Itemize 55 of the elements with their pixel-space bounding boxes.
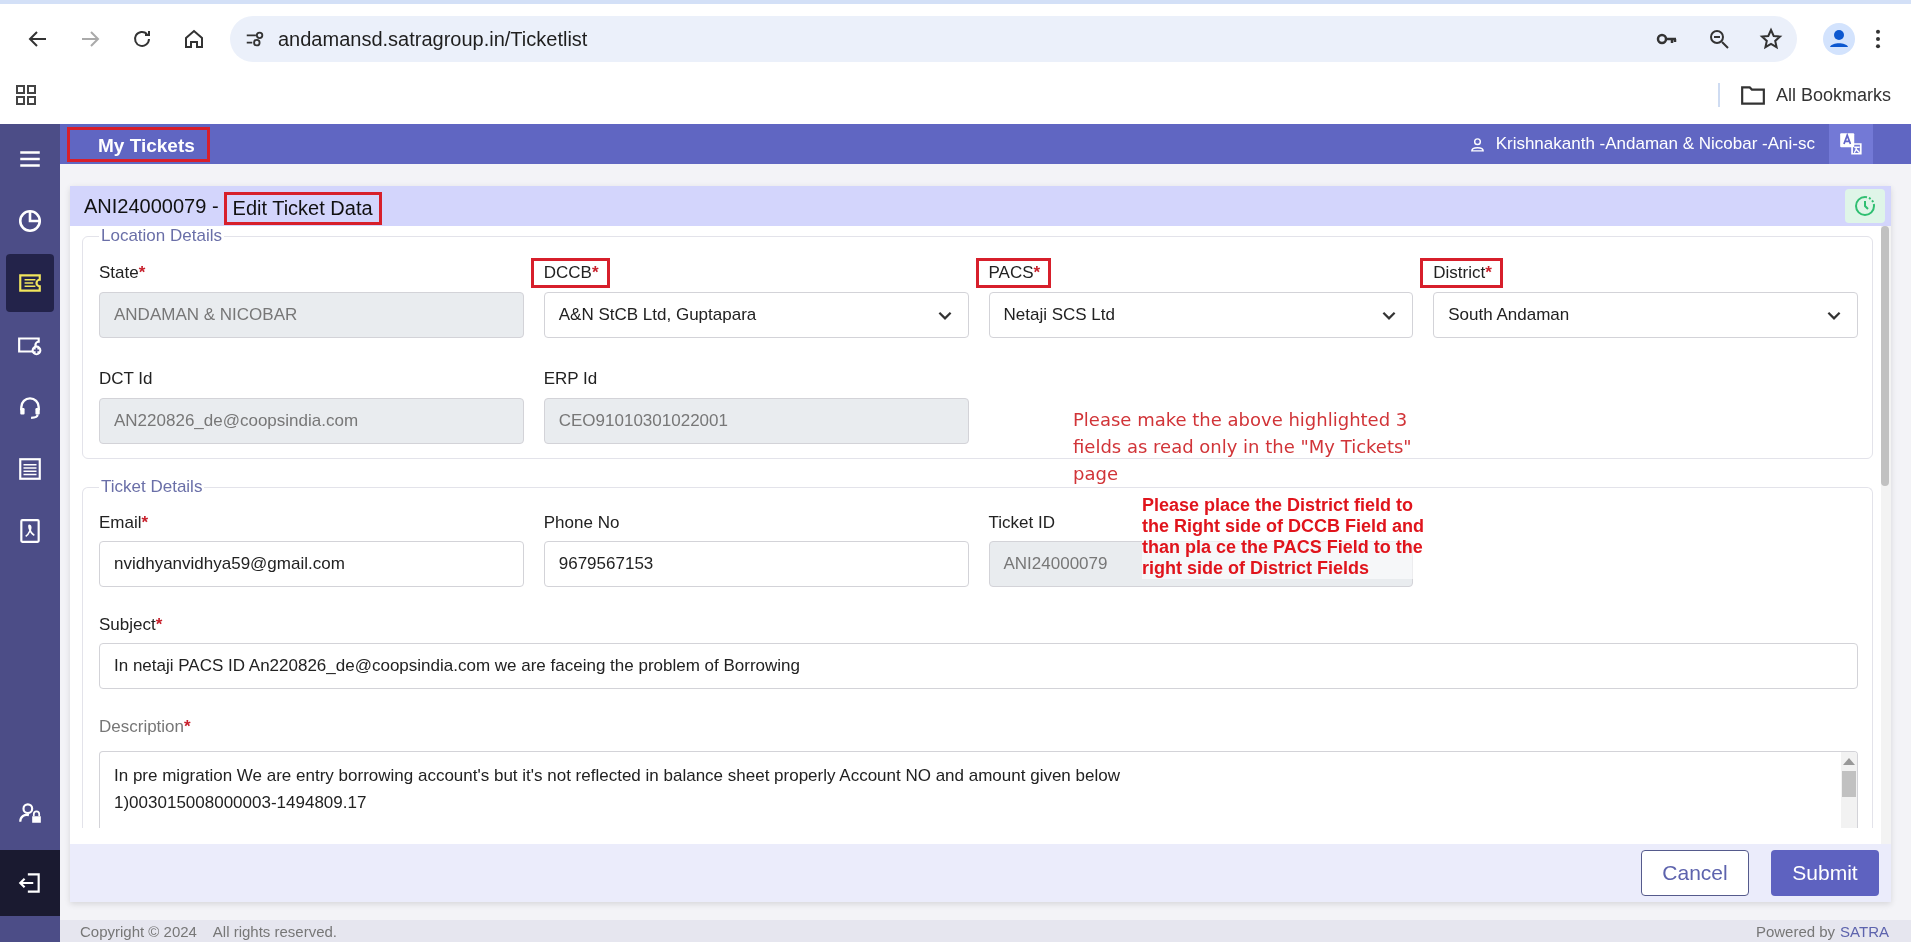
home-icon[interactable]	[182, 27, 206, 51]
submit-button[interactable]: Submit	[1771, 850, 1879, 896]
translate-icon[interactable]	[1838, 131, 1864, 157]
sidebar-item[interactable]	[6, 254, 54, 312]
scrollbar-thumb[interactable]	[1881, 226, 1889, 486]
logout-icon[interactable]	[17, 870, 43, 896]
apps-grid-icon[interactable]	[14, 83, 38, 107]
field-label: DCT Id	[98, 368, 154, 390]
translate-button[interactable]	[1829, 124, 1873, 164]
field-label: Description*	[99, 716, 191, 738]
field-label: ERP Id	[542, 368, 599, 390]
subject-input-field[interactable]: In netaji PACS ID An220826_de@coopsindia.com we are faceing the problem of Borrowing	[99, 643, 1858, 689]
field-label: Ticket ID	[988, 512, 1055, 534]
copyright-text: Copyright © 2024 All rights reserved.	[80, 922, 337, 940]
powered-by-text: Powered by	[1755, 922, 1836, 940]
input-field[interactable]: nvidhyanvidhya59@gmail.com	[99, 541, 524, 587]
cancel-button[interactable]: Cancel	[1641, 850, 1749, 896]
dropdown-field[interactable]: South Andaman	[1433, 292, 1858, 338]
field-label: Phone No	[543, 512, 620, 534]
readonly-field: CEO91010301022001	[543, 398, 969, 444]
ticket-id: ANI24000079 -	[84, 194, 219, 218]
bookmark-star-icon[interactable]	[1759, 27, 1783, 51]
field-label: PACS*	[975, 258, 1052, 288]
annotation-note: Please make the above highlighted 3 fields as read only in the "My Tickets" page	[1073, 408, 1413, 486]
section-legend: Ticket Details	[99, 477, 205, 497]
field-label: DCCB*	[530, 258, 610, 288]
dropdown-field[interactable]: A&N StCB Ltd, Guptapara	[543, 292, 969, 338]
field-label: State*	[98, 262, 147, 284]
user-name: Krishnakanth -Andaman & Nicobar -Ani-sc	[1495, 134, 1815, 154]
page-title: My Tickets	[67, 126, 210, 162]
field-label: Subject*	[99, 614, 163, 636]
readonly-field: ANDAMAN & NICOBAR	[99, 292, 524, 338]
pie-chart-icon[interactable]	[17, 208, 43, 234]
field-label: District*	[1420, 258, 1503, 288]
profile-avatar-icon[interactable]	[1823, 23, 1855, 55]
brand-link[interactable]: SATRA	[1840, 922, 1889, 940]
ticket-heading: Edit Ticket Data	[223, 191, 382, 225]
user-lock-icon[interactable]	[17, 800, 43, 826]
address-bar[interactable]: andamansd.satragroup.in/Ticketlist	[230, 16, 1797, 62]
sidebar-item[interactable]	[0, 850, 60, 916]
section-legend: Location Details	[99, 226, 224, 246]
pdf-icon[interactable]	[17, 518, 43, 544]
more-menu-icon[interactable]	[1875, 28, 1881, 50]
field-label: Email*	[99, 512, 149, 534]
description-textarea[interactable]: In pre migration We are entry borrowing account's but it's not reflected in balance sheet properly Account NO and amount given below 1)003015008000003-1494809.17	[99, 751, 1858, 828]
dropdown-field[interactable]: Netaji SCS Ltd	[988, 292, 1414, 338]
user-icon	[1468, 135, 1486, 153]
headset-icon[interactable]	[17, 394, 43, 420]
readonly-field: AN220826_de@coopsindia.com	[99, 398, 524, 444]
zoom-out-icon[interactable]	[1707, 27, 1731, 51]
folder-icon[interactable]	[1739, 84, 1766, 106]
list-icon[interactable]	[17, 456, 43, 482]
all-bookmarks-button[interactable]: All Bookmarks	[1739, 84, 1891, 106]
url-text: andamansd.satragroup.in/Ticketlist	[278, 27, 588, 51]
input-field[interactable]: 9679567153	[543, 541, 969, 587]
